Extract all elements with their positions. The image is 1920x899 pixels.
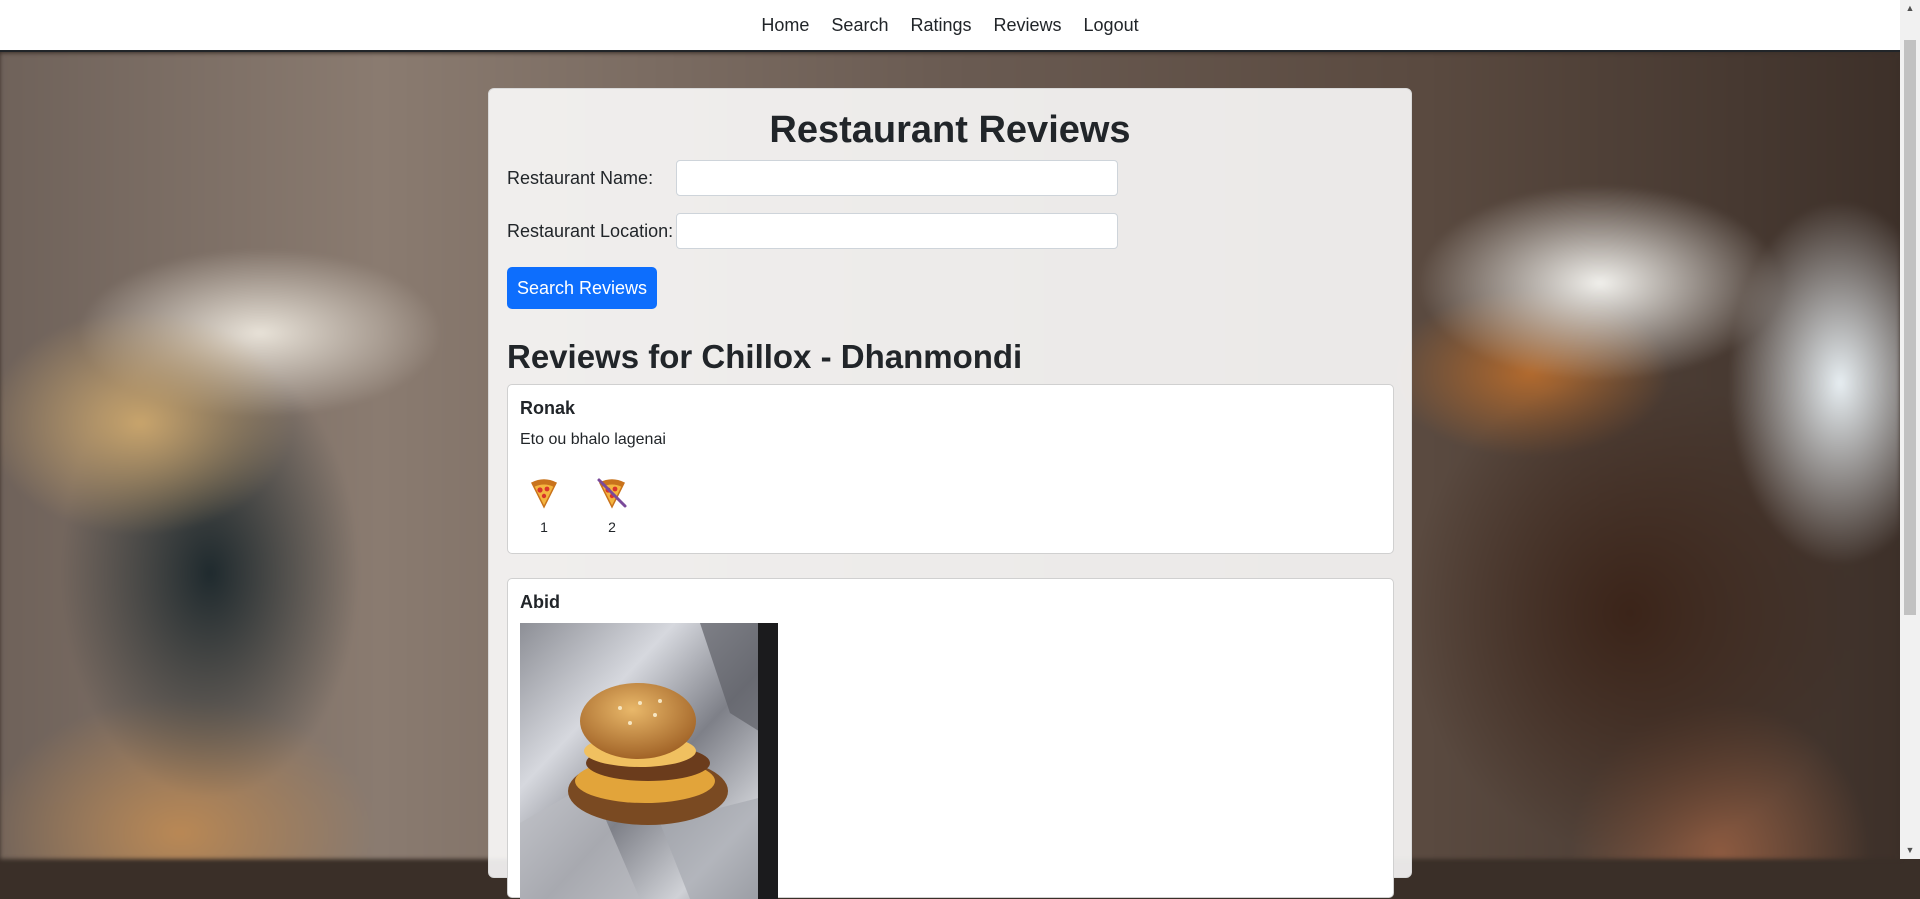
review-card: Ronak Eto ou bhalo lagenai 1 2 bbox=[507, 384, 1394, 554]
scrollbar-thumb[interactable] bbox=[1904, 40, 1916, 615]
review-author: Ronak bbox=[520, 398, 576, 418]
dislike-reaction[interactable]: 2 bbox=[592, 475, 632, 535]
scroll-up-arrow-icon[interactable]: ▲ bbox=[1900, 0, 1920, 17]
restaurant-name-input[interactable] bbox=[676, 160, 1118, 196]
nav-home-link[interactable]: Home bbox=[750, 0, 820, 51]
reviews-heading: Reviews for Chillox - Dhanmondi bbox=[507, 338, 1023, 375]
dislike-count: 2 bbox=[608, 519, 616, 535]
restaurant-location-row: Restaurant Location: bbox=[507, 213, 1118, 249]
like-count: 1 bbox=[540, 519, 548, 535]
pizza-slice-icon[interactable] bbox=[526, 475, 562, 511]
top-navbar: Home Search Ratings Reviews Logout bbox=[0, 0, 1900, 52]
nav-ratings-link[interactable]: Ratings bbox=[899, 0, 982, 51]
scroll-down-arrow-icon[interactable]: ▼ bbox=[1900, 842, 1920, 859]
review-text: Eto ou bhalo lagenai bbox=[520, 431, 666, 448]
restaurant-location-label: Restaurant Location: bbox=[507, 220, 674, 241]
nav-search-link[interactable]: Search bbox=[820, 0, 899, 51]
page-title: Restaurant Reviews bbox=[769, 109, 1131, 151]
nav-reviews-link[interactable]: Reviews bbox=[983, 0, 1073, 51]
page-scrollbar[interactable]: ▲ ▼ bbox=[1900, 0, 1920, 859]
burger-photo bbox=[520, 623, 778, 899]
like-reaction[interactable]: 1 bbox=[524, 475, 564, 535]
restaurant-name-label: Restaurant Name: bbox=[507, 167, 654, 188]
review-card: Abid bbox=[507, 578, 1394, 899]
search-reviews-button[interactable]: Search Reviews bbox=[507, 267, 657, 309]
review-author: Abid bbox=[520, 592, 560, 612]
restaurant-name-row: Restaurant Name: bbox=[507, 160, 1118, 196]
restaurant-location-input[interactable] bbox=[676, 213, 1118, 249]
main-container: Restaurant Reviews Restaurant Name: Rest… bbox=[488, 88, 1412, 899]
nav-logout-link[interactable]: Logout bbox=[1073, 0, 1150, 51]
pizza-slice-crossed-icon[interactable] bbox=[594, 475, 630, 511]
